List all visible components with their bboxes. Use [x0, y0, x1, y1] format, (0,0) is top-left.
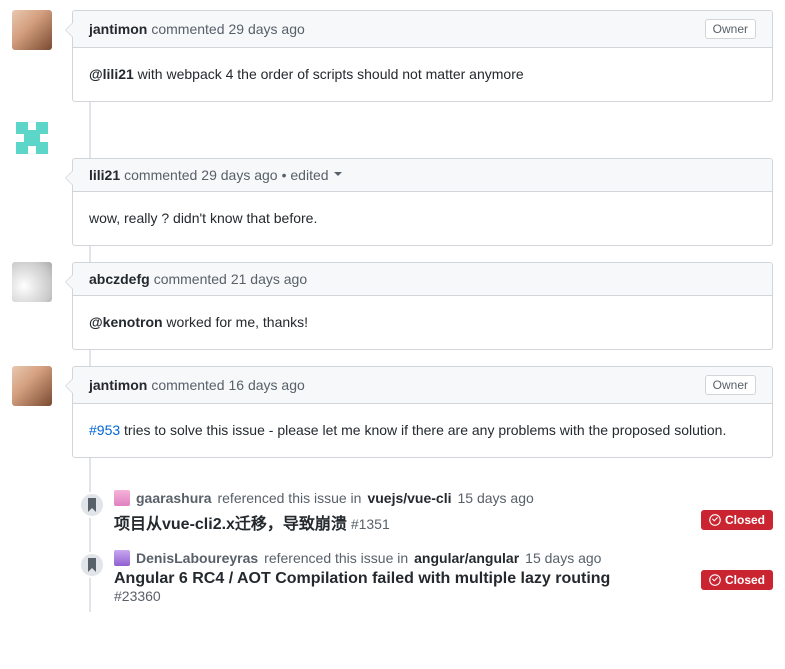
- avatar[interactable]: [12, 10, 52, 50]
- avatar[interactable]: [114, 550, 130, 566]
- comment-header: lili21 commented 29 days ago • edited: [73, 159, 772, 192]
- reference-title[interactable]: 项目从vue-cli2.x迁移，导致崩溃: [114, 516, 347, 533]
- state-badge-closed: Closed: [701, 510, 773, 530]
- issue-closed-icon: [709, 574, 721, 586]
- comment-timestamp[interactable]: 16 days ago: [229, 377, 305, 393]
- user-mention[interactable]: @kenotron: [89, 314, 163, 330]
- reference-author[interactable]: DenisLaboureyras: [136, 550, 258, 566]
- reference-action: referenced this issue in: [217, 490, 361, 506]
- comment-body: #953 tries to solve this issue - please …: [73, 404, 772, 457]
- comment-body: @lili21 with webpack 4 the order of scri…: [73, 48, 772, 101]
- reference-meta: gaarashura referenced this issue in vuej…: [114, 490, 773, 506]
- comment-body: @kenotron worked for me, thanks!: [73, 296, 772, 349]
- edited-label[interactable]: • edited: [282, 167, 343, 183]
- avatar[interactable]: [114, 490, 130, 506]
- avatar[interactable]: [12, 118, 52, 158]
- comment-item: abczdefg commented 21 days ago @kenotron…: [72, 262, 773, 366]
- user-mention[interactable]: @lili21: [89, 66, 134, 82]
- reference-author[interactable]: gaarashura: [136, 490, 211, 506]
- bookmark-icon: [79, 552, 105, 578]
- comment-box: jantimon commented 29 days ago Owner @li…: [72, 10, 773, 102]
- owner-badge: Owner: [705, 19, 756, 39]
- reference-timestamp[interactable]: 15 days ago: [458, 490, 534, 506]
- comment-item: jantimon commented 29 days ago Owner @li…: [72, 10, 773, 118]
- reference-number: #1351: [351, 516, 390, 532]
- comment-text: with webpack 4 the order of scripts shou…: [134, 66, 524, 82]
- reference-timestamp[interactable]: 15 days ago: [525, 550, 601, 566]
- state-badge-closed: Closed: [701, 570, 773, 590]
- comment-header: jantimon commented 29 days ago Owner: [73, 11, 772, 48]
- bookmark-icon: [79, 492, 105, 518]
- reference-number: #23360: [114, 588, 161, 604]
- comment-item: lili21 commented 29 days ago • edited wo…: [72, 118, 773, 262]
- reference-title[interactable]: Angular 6 RC4 / AOT Compilation failed w…: [114, 570, 610, 587]
- comment-body: wow, really ? didn't know that before.: [73, 192, 772, 245]
- comment-item: jantimon commented 16 days ago Owner #95…: [72, 366, 773, 474]
- avatar[interactable]: [12, 262, 52, 302]
- reference-repo[interactable]: angular/angular: [414, 550, 519, 566]
- comment-author[interactable]: jantimon: [89, 21, 147, 37]
- reference-meta: DenisLaboureyras referenced this issue i…: [114, 550, 773, 566]
- comment-box: lili21 commented 29 days ago • edited wo…: [72, 158, 773, 246]
- comment-action: commented: [151, 21, 224, 37]
- comment-action: commented: [124, 167, 197, 183]
- comment-author[interactable]: abczdefg: [89, 271, 150, 287]
- comment-text: worked for me, thanks!: [163, 314, 309, 330]
- cross-reference-item: DenisLaboureyras referenced this issue i…: [72, 534, 773, 612]
- comment-box: abczdefg commented 21 days ago @kenotron…: [72, 262, 773, 350]
- comment-header: abczdefg commented 21 days ago: [73, 263, 772, 296]
- comment-timestamp[interactable]: 29 days ago: [201, 167, 277, 183]
- comment-timestamp[interactable]: 29 days ago: [229, 21, 305, 37]
- reference-repo[interactable]: vuejs/vue-cli: [367, 490, 451, 506]
- comment-header: jantimon commented 16 days ago Owner: [73, 367, 772, 404]
- comment-action: commented: [154, 271, 227, 287]
- issue-closed-icon: [709, 514, 721, 526]
- issue-link[interactable]: #953: [89, 422, 120, 438]
- comment-author[interactable]: jantimon: [89, 377, 147, 393]
- owner-badge: Owner: [705, 375, 756, 395]
- chevron-down-icon: [334, 172, 342, 180]
- reference-action: referenced this issue in: [264, 550, 408, 566]
- cross-reference-item: gaarashura referenced this issue in vuej…: [72, 474, 773, 534]
- comment-box: jantimon commented 16 days ago Owner #95…: [72, 366, 773, 458]
- comment-timestamp[interactable]: 21 days ago: [231, 271, 307, 287]
- timeline: jantimon commented 29 days ago Owner @li…: [12, 10, 773, 612]
- comment-author[interactable]: lili21: [89, 167, 120, 183]
- comment-text: tries to solve this issue - please let m…: [120, 422, 726, 438]
- comment-action: commented: [151, 377, 224, 393]
- avatar[interactable]: [12, 366, 52, 406]
- comment-text: wow, really ? didn't know that before.: [89, 210, 317, 226]
